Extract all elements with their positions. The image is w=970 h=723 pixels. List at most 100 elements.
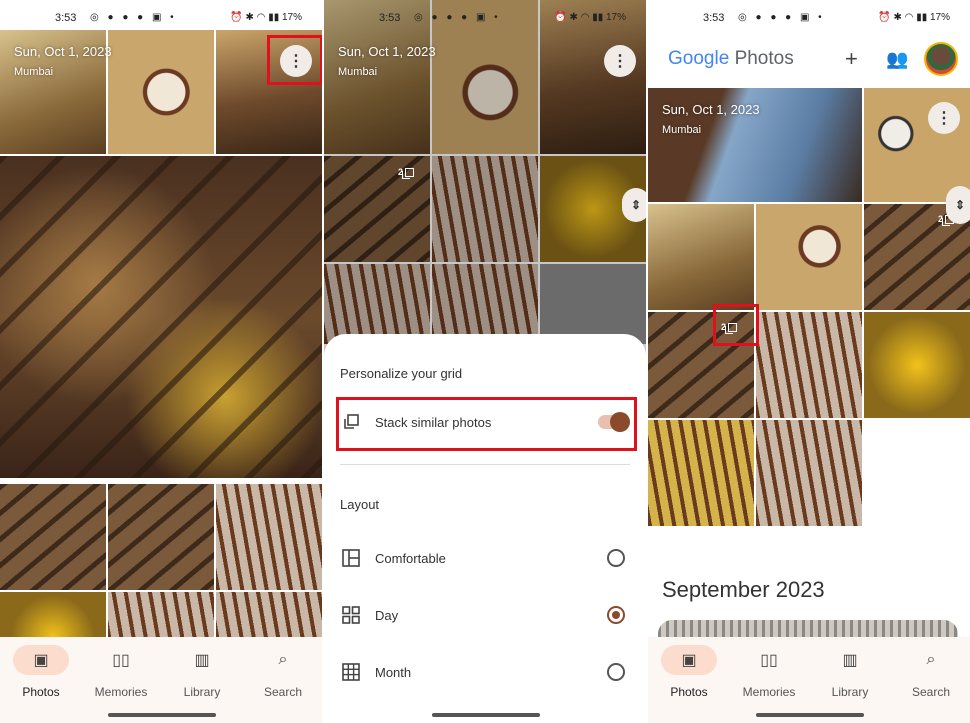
screenshot-personalize-sheet: 3:53 ◎ ● ● ● ▣ • ⏰ ✱ ◠ ▮▮ 17% Sun, Oct 1… <box>324 0 646 723</box>
add-icon[interactable]: + <box>845 46 858 72</box>
scroll-handle[interactable]: ⇕ <box>946 186 970 224</box>
status-right-icons: ⏰ ✱ ◠ ▮▮ 17% <box>554 12 626 23</box>
month-layout-icon <box>342 663 360 681</box>
screenshot-stacked-grid: 3:53 ◎ ● ● ● ▣ • ⏰ ✱ ◠ ▮▮ 17% Google Pho… <box>648 0 970 723</box>
more-options-button[interactable]: ⋮ <box>928 102 960 134</box>
photo-thumbnail[interactable] <box>756 420 862 526</box>
screenshot-photos-grid: 3:53 ◎ ● ● ● ▣ • ⏰ ✱ ◠ ▮▮ 17% Sun, Oct 1… <box>0 0 322 723</box>
nav-label: Memories <box>742 685 796 699</box>
search-icon: ⌕ <box>926 651 936 668</box>
nav-label: Search <box>911 685 951 699</box>
photo-thumbnail[interactable] <box>648 204 754 310</box>
status-bar: 3:53 ◎ ● ● ● ▣ • ⏰ ✱ ◠ ▮▮ 17% <box>324 0 646 36</box>
photo-thumbnail[interactable] <box>108 592 214 642</box>
stack-icon <box>402 167 415 179</box>
nav-photos[interactable]: ▣ Photos <box>1 645 81 699</box>
sheet-title: Personalize your grid <box>340 366 463 381</box>
nav-library[interactable]: ▥ Library <box>810 645 890 699</box>
bottom-navigation: ▣ Photos ▯▯ Memories ▥ Library ⌕ Search <box>648 637 970 723</box>
sharing-icon[interactable]: 👥 <box>886 49 908 70</box>
photo-thumbnail[interactable] <box>108 30 214 154</box>
notification-icons: ◎ ● ● ● ▣ • <box>90 12 177 23</box>
date-label: Sun, Oct 1, 2023 <box>338 44 436 59</box>
photo-thumbnail[interactable] <box>756 312 862 418</box>
option-label: Day <box>375 607 399 623</box>
memories-icon: ▯▯ <box>112 652 130 669</box>
layout-title: Layout <box>340 497 380 512</box>
nav-label: Search <box>263 685 303 699</box>
radio-month[interactable] <box>607 663 625 681</box>
scroll-handle[interactable]: ⇕ <box>622 188 646 222</box>
gesture-bar <box>108 713 216 717</box>
status-right-icons: ⏰ ✱ ◠ ▮▮ 17% <box>230 12 302 23</box>
layout-option-day[interactable]: Day <box>324 595 646 635</box>
logo-google-text: Google <box>668 48 730 69</box>
nav-memories[interactable]: ▯▯ Memories <box>729 645 809 699</box>
option-label: Month <box>375 664 412 680</box>
nav-label: Photos <box>670 685 708 699</box>
day-layout-icon <box>342 606 360 624</box>
photo-thumbnail[interactable] <box>216 484 322 590</box>
photo-thumbnail[interactable] <box>864 312 970 418</box>
radio-comfortable[interactable] <box>607 549 625 567</box>
memories-icon: ▯▯ <box>760 652 778 669</box>
nav-label: Photos <box>22 685 60 699</box>
photo-thumbnail[interactable] <box>0 592 106 642</box>
nav-label: Memories <box>94 685 148 699</box>
bottom-navigation: ▣ Photos ▯▯ Memories ▥ Library ⌕ Search <box>0 637 322 723</box>
nav-search[interactable]: ⌕ Search <box>243 645 322 699</box>
photo-thumbnail[interactable] <box>756 204 862 310</box>
place-label: Mumbai <box>338 66 378 78</box>
battery-level: 17% <box>281 12 302 23</box>
radio-day[interactable] <box>607 606 625 624</box>
nav-library[interactable]: ▥ Library <box>162 645 242 699</box>
status-right-icons: ⏰ ✱ ◠ ▮▮ 17% <box>878 12 950 23</box>
battery-level: 17% <box>929 12 950 23</box>
status-time: 3:53 <box>55 12 77 24</box>
status-time: 3:53 <box>703 12 725 24</box>
app-header: Google Photos + 👥 <box>648 36 970 86</box>
layout-option-comfortable[interactable]: Comfortable <box>324 538 646 578</box>
battery-level: 17% <box>605 12 626 23</box>
library-icon: ▥ <box>842 652 858 669</box>
photo-large[interactable] <box>0 156 322 478</box>
photo-thumbnail[interactable] <box>648 420 754 526</box>
image-icon: ▣ <box>661 645 717 675</box>
notification-icons: ◎ ● ● ● ▣ • <box>414 12 501 23</box>
divider <box>340 464 630 465</box>
stack-badge: 2 <box>398 167 415 179</box>
library-icon: ▥ <box>194 652 210 669</box>
nav-search[interactable]: ⌕ Search <box>891 645 970 699</box>
notification-icons: ◎ ● ● ● ▣ • <box>738 12 825 23</box>
highlight-box <box>336 397 637 451</box>
nav-label: Library <box>183 685 221 699</box>
status-bar: 3:53 ◎ ● ● ● ▣ • ⏰ ✱ ◠ ▮▮ 17% <box>648 0 970 36</box>
image-icon: ▣ <box>13 645 69 675</box>
gesture-bar <box>756 713 864 717</box>
photo-thumbnail[interactable] <box>216 592 322 642</box>
photo-thumbnail[interactable] <box>0 484 106 590</box>
status-time: 3:53 <box>379 12 401 24</box>
search-icon: ⌕ <box>278 651 288 668</box>
gesture-bar <box>432 713 540 717</box>
option-label: Comfortable <box>375 550 446 566</box>
highlight-box <box>267 35 322 85</box>
nav-label: Library <box>831 685 869 699</box>
layout-option-month[interactable]: Month <box>324 652 646 692</box>
personalize-bottom-sheet: Personalize your grid Stack similar phot… <box>324 334 646 723</box>
month-heading: September 2023 <box>662 577 825 602</box>
date-label: Sun, Oct 1, 2023 <box>662 102 760 117</box>
highlight-box <box>713 304 759 346</box>
place-label: Mumbai <box>662 124 702 136</box>
status-bar: 3:53 ◎ ● ● ● ▣ • ⏰ ✱ ◠ ▮▮ 17% <box>0 0 322 36</box>
comfortable-layout-icon <box>342 549 360 567</box>
photo-thumbnail[interactable] <box>108 484 214 590</box>
place-label: Mumbai <box>14 66 54 78</box>
more-options-button[interactable]: ⋮ <box>604 45 636 77</box>
date-label: Sun, Oct 1, 2023 <box>14 44 112 59</box>
logo-photos-text: Photos <box>734 48 794 69</box>
nav-photos[interactable]: ▣ Photos <box>649 645 729 699</box>
google-photos-logo: Google Photos <box>668 48 794 70</box>
avatar[interactable] <box>924 42 958 76</box>
nav-memories[interactable]: ▯▯ Memories <box>81 645 161 699</box>
